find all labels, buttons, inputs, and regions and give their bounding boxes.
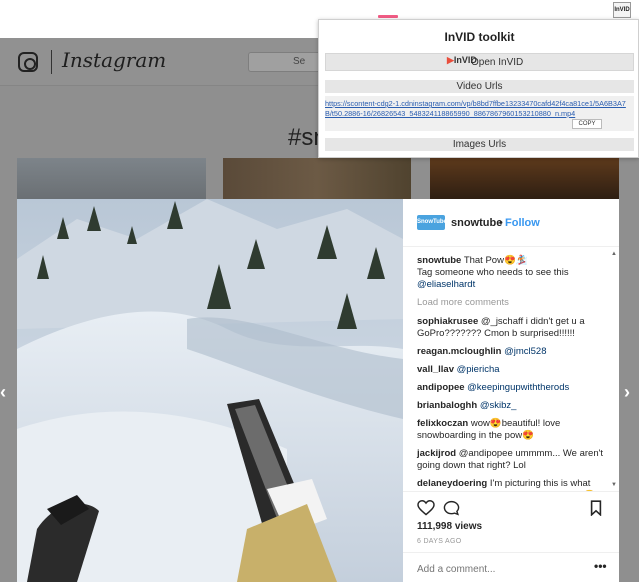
video-urls-header: Video Urls bbox=[325, 80, 634, 93]
post-video[interactable] bbox=[17, 199, 403, 582]
grid-thumbnail[interactable] bbox=[430, 158, 619, 200]
video-url-link[interactable]: https://scontent-cdg2-1.cdninstagram.com… bbox=[325, 99, 634, 119]
snowboard-pov-image bbox=[17, 199, 403, 582]
avatar[interactable]: SnowTube bbox=[417, 215, 447, 230]
comment: jackijrod @andipopee ummmm... We aren't … bbox=[417, 448, 605, 472]
comment-author[interactable]: felixkoczan bbox=[417, 418, 468, 429]
search-input[interactable]: Se bbox=[248, 52, 328, 72]
comment: sophiakrusee @_jschaff i didn't get u a … bbox=[417, 316, 605, 340]
follow-button[interactable]: Follow bbox=[505, 217, 540, 229]
invid-extension-icon[interactable]: InVID bbox=[613, 2, 631, 18]
open-invid-label: Open InVID bbox=[471, 57, 524, 68]
comment-author[interactable]: vall_llav bbox=[417, 364, 454, 375]
post-details-panel: SnowTube snowtube • Follow snowtube That… bbox=[403, 199, 619, 582]
previous-post-arrow-icon[interactable]: ‹ bbox=[0, 382, 6, 403]
add-comment-bar: ••• bbox=[403, 552, 619, 582]
scroll-down-arrow-icon[interactable]: ▼ bbox=[611, 482, 617, 488]
add-comment-input[interactable] bbox=[417, 562, 587, 576]
like-heart-icon[interactable] bbox=[417, 500, 435, 516]
comment-mention[interactable]: @jmcl528 bbox=[504, 346, 546, 357]
scroll-up-arrow-icon[interactable]: ▲ bbox=[611, 251, 617, 257]
grid-thumbnail[interactable] bbox=[223, 158, 411, 200]
comment-author[interactable]: reagan.mcloughlin bbox=[417, 346, 501, 357]
caption: snowtube That Pow😍🏂 Tag someone who need… bbox=[417, 255, 605, 291]
post-actions: 111,998 views 6 DAYS AGO ••• bbox=[403, 491, 619, 582]
header-divider bbox=[51, 50, 52, 74]
comments-list[interactable]: snowtube That Pow😍🏂 Tag someone who need… bbox=[403, 247, 619, 491]
comment-author[interactable]: brianbaloghh bbox=[417, 400, 477, 411]
comment: brianbaloghh @skibz_ bbox=[417, 400, 605, 412]
comment-author[interactable]: jackijrod bbox=[417, 448, 456, 459]
comment-mention[interactable]: @keepingupwiththerods bbox=[467, 382, 569, 393]
post-author-link[interactable]: snowtube bbox=[451, 217, 502, 229]
comment: felixkoczan wow😍beautiful! love snowboar… bbox=[417, 418, 605, 442]
header-separator: • bbox=[499, 217, 503, 229]
copy-button[interactable]: COPY bbox=[572, 119, 602, 129]
grid-thumbnail[interactable] bbox=[17, 158, 206, 200]
comment-bubble-icon[interactable] bbox=[443, 500, 460, 516]
caption-text: That Pow😍🏂 bbox=[463, 255, 528, 266]
load-more-comments-link[interactable]: Load more comments bbox=[417, 297, 605, 308]
post-header: SnowTube snowtube • Follow bbox=[403, 199, 619, 247]
caption-line-2: Tag someone who needs to see this bbox=[417, 267, 569, 278]
search-placeholder: Se bbox=[293, 56, 306, 67]
view-count: 111,998 views bbox=[417, 521, 483, 532]
caption-mention[interactable]: @eliaselhardt bbox=[417, 279, 475, 290]
caption-author[interactable]: snowtube bbox=[417, 255, 461, 266]
image-urls-header: Images Urls bbox=[325, 138, 634, 151]
invid-title: InVID toolkit bbox=[444, 30, 515, 44]
comment: vall_llav @piericha bbox=[417, 364, 605, 376]
video-url-box: https://scontent-cdg2-1.cdninstagram.com… bbox=[325, 96, 634, 131]
instagram-camera-icon[interactable] bbox=[18, 52, 38, 72]
comment-mention[interactable]: @skibz_ bbox=[480, 400, 517, 411]
comment-author[interactable]: andipopee bbox=[417, 382, 465, 393]
open-invid-button[interactable]: ▶InVID Open InVID bbox=[325, 53, 634, 71]
invid-popup: InVID toolkit ▶InVID Open InVID Video Ur… bbox=[318, 19, 639, 158]
comment: andipopee @keepingupwiththerods bbox=[417, 382, 605, 394]
comment: reagan.mcloughlin @jmcl528 bbox=[417, 346, 605, 358]
tab-indicator bbox=[378, 15, 398, 18]
comment-author[interactable]: delaneydoering bbox=[417, 478, 487, 489]
post-timestamp: 6 DAYS AGO bbox=[417, 538, 462, 545]
comment-author[interactable]: sophiakrusee bbox=[417, 316, 478, 327]
next-post-arrow-icon[interactable]: › bbox=[624, 382, 630, 403]
instagram-wordmark[interactable]: Instagram bbox=[62, 48, 166, 72]
comment-mention[interactable]: @piericha bbox=[457, 364, 500, 375]
bookmark-icon[interactable] bbox=[590, 500, 602, 516]
comment: delaneydoering I'm picturing this is wha… bbox=[417, 478, 605, 491]
more-options-icon[interactable]: ••• bbox=[594, 559, 607, 573]
